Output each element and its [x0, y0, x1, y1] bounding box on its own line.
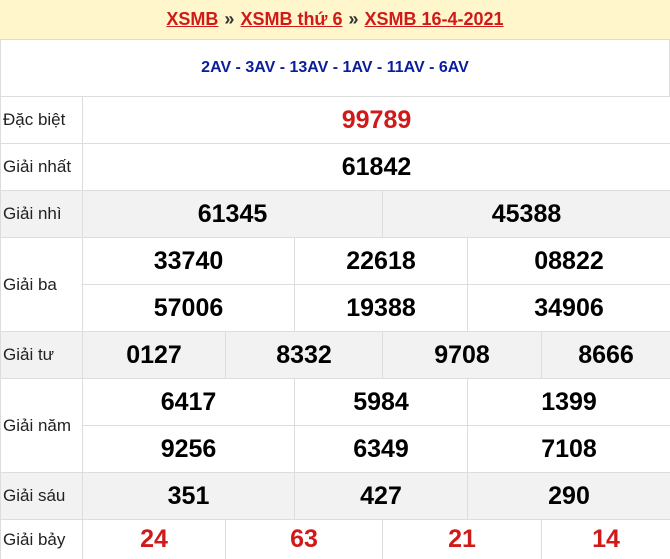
- draw-codes: 2AV - 3AV - 13AV - 1AV - 11AV - 6AV: [0, 40, 670, 96]
- prize-number: 427: [294, 472, 468, 520]
- breadcrumb-link-xsmb[interactable]: XSMB: [166, 9, 218, 30]
- prize-number: 0127: [82, 331, 226, 379]
- prize-label: Giải nhì: [0, 190, 83, 238]
- prize-number: 6349: [294, 425, 468, 473]
- prize-label: Giải nhất: [0, 143, 83, 191]
- prize-label: Giải sáu: [0, 472, 83, 520]
- prize-number: 34906: [466, 284, 670, 332]
- prize-row-second: Giải nhì 61345 45388: [0, 190, 670, 238]
- breadcrumb-separator: »: [348, 9, 359, 29]
- prize-number: 61345: [82, 190, 383, 238]
- prize-row-seventh: Giải bảy 24 63 21 14: [0, 519, 670, 559]
- breadcrumb-separator: »: [224, 9, 235, 29]
- prize-row-fourth: Giải tư 0127 8332 9708 8666: [0, 331, 670, 379]
- prize-number: 14: [540, 519, 670, 559]
- breadcrumb-link-date[interactable]: XSMB 16-4-2021: [365, 9, 504, 30]
- prize-row-special: Đặc biệt 99789: [0, 96, 670, 144]
- prize-number: 9708: [382, 331, 542, 379]
- breadcrumb: XSMB » XSMB thứ 6 » XSMB 16-4-2021: [0, 0, 670, 40]
- breadcrumb-link-weekday[interactable]: XSMB thứ 6: [240, 9, 342, 30]
- prize-number: 33740: [82, 237, 295, 285]
- prize-row-fifth: 9256 6349 7108: [1, 425, 670, 473]
- prize-number: 57006: [82, 284, 295, 332]
- prize-label: Giải bảy: [0, 519, 83, 559]
- prize-number: 8332: [225, 331, 383, 379]
- prize-number: 61842: [81, 143, 670, 191]
- prize-number: 45388: [381, 190, 670, 238]
- prize-number: 6417: [82, 378, 295, 426]
- prize-number: 351: [82, 472, 295, 520]
- prize-number: 290: [466, 472, 670, 520]
- prize-row-third: Giải ba 33740 22618 08822: [0, 237, 670, 332]
- prize-number: 19388: [294, 284, 468, 332]
- prize-number: 9256: [82, 425, 295, 473]
- prize-row-first: Giải nhất 61842: [0, 143, 670, 191]
- prize-label: Giải tư: [0, 331, 83, 379]
- prize-row-sixth: Giải sáu 351 427 290: [0, 472, 670, 520]
- prize-row-third: 57006 19388 34906: [1, 284, 670, 332]
- prize-number: 63: [225, 519, 383, 559]
- prize-number: 24: [82, 519, 226, 559]
- prize-number: 22618: [294, 237, 468, 285]
- prize-label: Giải ba: [0, 237, 83, 332]
- prize-row-fifth: Giải năm 6417 5984 1399: [0, 378, 670, 473]
- results-table: Đặc biệt 99789 Giải nhất 61842 Giải nhì …: [0, 96, 670, 559]
- special-prize-number: 99789: [81, 96, 670, 144]
- prize-number: 5984: [294, 378, 468, 426]
- prize-number: 21: [382, 519, 542, 559]
- prize-number: 1399: [466, 378, 670, 426]
- prize-label: Giải năm: [0, 378, 83, 473]
- prize-number: 8666: [540, 331, 670, 379]
- prize-number: 7108: [466, 425, 670, 473]
- prize-number: 08822: [466, 237, 670, 285]
- prize-label: Đặc biệt: [0, 96, 83, 144]
